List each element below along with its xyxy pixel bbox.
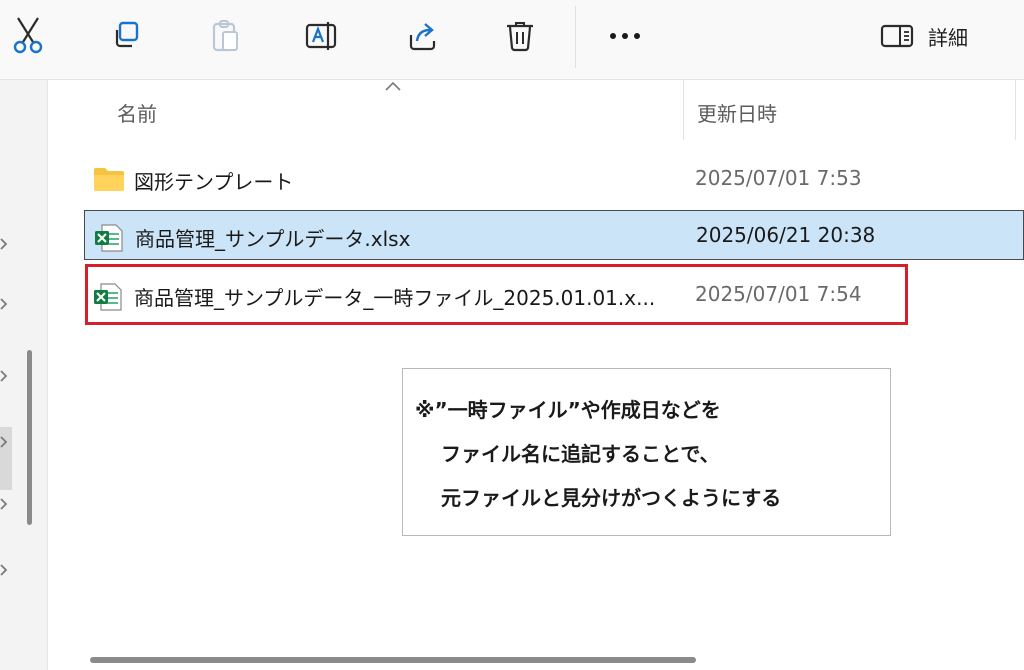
- details-pane-icon: [880, 24, 914, 48]
- chevron-right-icon[interactable]: [0, 238, 8, 250]
- file-row-folder[interactable]: 図形テンプレート 2025/07/01 7:53: [84, 154, 1024, 204]
- column-divider[interactable]: [683, 80, 684, 140]
- trash-icon: [507, 22, 533, 52]
- annotation-highlight-box: [85, 264, 908, 325]
- copy-button[interactable]: [104, 14, 148, 58]
- column-header-name[interactable]: 名前: [117, 98, 157, 127]
- file-modified-date: 2025/07/01 7:53: [695, 166, 862, 190]
- copy-icon: [115, 21, 139, 48]
- delete-button[interactable]: [498, 14, 542, 58]
- details-label: 詳細: [928, 25, 968, 50]
- chevron-right-icon[interactable]: [0, 498, 8, 510]
- share-button[interactable]: [401, 14, 445, 58]
- column-header-modified[interactable]: 更新日時: [697, 98, 777, 127]
- cut-button[interactable]: [6, 14, 50, 58]
- column-header-row: [48, 80, 1024, 142]
- command-bar: 詳細: [0, 0, 1024, 80]
- file-name: 商品管理_サンプルデータ.xlsx: [135, 227, 411, 251]
- paste-button[interactable]: [203, 14, 247, 58]
- more-options-button[interactable]: [603, 14, 647, 58]
- file-name: 図形テンプレート: [134, 170, 294, 194]
- more-icon: [610, 33, 640, 39]
- share-icon: [409, 23, 436, 51]
- horizontal-scrollbar-thumb[interactable]: [90, 657, 696, 663]
- rename-button[interactable]: [300, 14, 344, 58]
- callout-line: 元ファイルと見分けがつくようにする: [441, 486, 782, 510]
- chevron-right-icon[interactable]: [0, 436, 8, 448]
- paste-icon: [212, 20, 238, 52]
- callout-line: ファイル名に追記することで、: [441, 442, 720, 466]
- nav-scrollbar-thumb[interactable]: [27, 350, 32, 525]
- file-modified-date: 2025/06/21 20:38: [696, 223, 876, 247]
- file-row-selected[interactable]: 商品管理_サンプルデータ.xlsx 2025/06/21 20:38: [84, 210, 1024, 260]
- sort-ascending-icon: [385, 81, 401, 91]
- chevron-right-icon[interactable]: [0, 370, 8, 382]
- scissors-icon: [13, 17, 43, 54]
- rename-icon: [305, 22, 337, 50]
- details-pane-button[interactable]: 詳細: [880, 18, 968, 54]
- annotation-callout: ※”一時ファイル”や作成日などを ファイル名に追記することで、 元ファイルと見分…: [402, 368, 891, 536]
- navigation-pane[interactable]: [0, 80, 48, 670]
- chevron-right-icon[interactable]: [0, 298, 8, 310]
- chevron-right-icon[interactable]: [0, 564, 8, 576]
- excel-file-icon: [95, 224, 123, 252]
- callout-line: ※”一時ファイル”や作成日などを: [415, 398, 721, 422]
- column-divider[interactable]: [1015, 80, 1016, 140]
- folder-icon: [94, 168, 124, 191]
- toolbar-divider: [575, 6, 576, 68]
